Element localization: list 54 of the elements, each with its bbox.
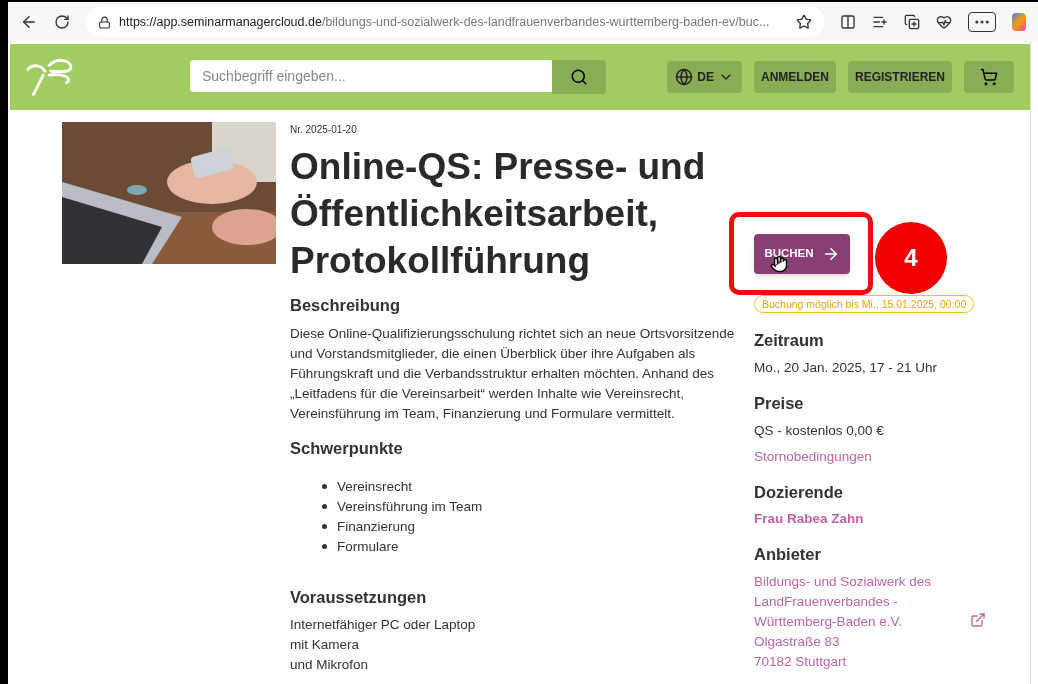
list-item: Vereinsführung im Team: [337, 497, 483, 516]
step-marker: 4: [875, 222, 947, 294]
list-item: Finanzierung: [337, 517, 416, 536]
list-item: Formulare: [337, 537, 399, 556]
globe-icon: [675, 68, 694, 86]
search-button[interactable]: [552, 60, 606, 94]
detail-heading: Preise: [754, 392, 805, 414]
detail-link[interactable]: 70182 Stuttgart: [754, 652, 847, 672]
list-item: Vereinsrecht: [337, 477, 413, 496]
url-text: https://app.seminarmanagercloud.de/bildungs-und-sozialwerk-des-landfrauenverbandes-wurttemberg-baden-ev/buc...: [119, 13, 770, 31]
detail-heading: Dozierende: [754, 481, 844, 503]
back-icon[interactable]: [20, 13, 38, 31]
search-icon: [570, 68, 588, 86]
collections-icon[interactable]: [904, 14, 920, 30]
external-link-icon[interactable]: [970, 612, 986, 629]
detail-link[interactable]: Württemberg-Baden e.V.: [754, 612, 903, 632]
bullet-icon: [322, 504, 327, 509]
requirement-line: mit Kamera: [290, 636, 361, 655]
reload-icon[interactable]: [54, 14, 70, 30]
cart-icon: [980, 68, 998, 86]
address-bar[interactable]: https://app.seminarmanagercloud.de/bildungs-und-sozialwerk-des-landfrauenverbandes-wurttemberg-baden-ev/buc...: [86, 7, 824, 37]
detail-heading: Zeitraum: [754, 330, 825, 351]
detail-heading: Anbieter: [754, 544, 822, 566]
section-heading: Schwerpunkte: [290, 437, 404, 459]
split-screen-icon[interactable]: [840, 14, 856, 30]
detail-link[interactable]: Frau Rabea Zahn: [754, 509, 864, 530]
search-field[interactable]: Suchbegriff eingeben...: [190, 60, 552, 92]
cart-button[interactable]: [964, 61, 1014, 93]
description-text: Diese Online-Qualifizierungsschulung richtet sich an neue Ortsvorsitzende und Vorstandsmitglieder, die einen Überblick über ihre Aufgaben als Führungskraft und die Verbandsstruktur erhalten möchten. Anhand des „Leitfadens für die Vereinsarbeit“ werden Inhalte wie Vereinsrecht, Vereinsführung im Team, Finanzierung und Formulare vermittelt.: [290, 324, 736, 423]
header-button[interactable]: ANMELDEN: [754, 61, 836, 93]
requirement-line: und Mikrofon: [290, 656, 370, 675]
star-icon[interactable]: [796, 14, 812, 30]
course-title: Online-QS: Presse- und Öffentlichkeitsarbeit, Protokollführung: [290, 145, 707, 283]
course-number: Nr. 2025-01-20: [290, 123, 358, 137]
detail-link[interactable]: Olgastraße 83: [754, 632, 840, 652]
header-button[interactable]: REGISTRIEREN: [848, 61, 952, 93]
detail-text: QS - kostenlos 0,00 €: [754, 421, 884, 440]
detail-link[interactable]: Bildungs- und Sozialwerk des: [754, 572, 932, 592]
pointer-icon: [770, 255, 788, 273]
bullet-icon: [322, 484, 327, 489]
book-button[interactable]: BUCHEN: [754, 234, 850, 274]
section-heading: Beschreibung: [290, 295, 402, 316]
language-button[interactable]: DE: [667, 61, 742, 93]
detail-link[interactable]: LandFrauenverbandes -: [754, 592, 899, 612]
lock-icon: [98, 15, 111, 29]
detail-link[interactable]: Stornobedingungen: [754, 446, 872, 467]
bullet-icon: [322, 524, 327, 529]
language-label: DE: [697, 69, 714, 86]
bullet-icon: [322, 544, 327, 549]
heart-pulse-icon[interactable]: [936, 14, 952, 30]
requirement-line: Internetfähiger PC oder Laptop: [290, 616, 477, 635]
detail-text: Mo., 20 Jan. 2025, 17 - 21 Uhr: [754, 358, 938, 377]
section-heading: Voraussetzungen: [290, 586, 428, 608]
more-icon[interactable]: [968, 12, 996, 32]
